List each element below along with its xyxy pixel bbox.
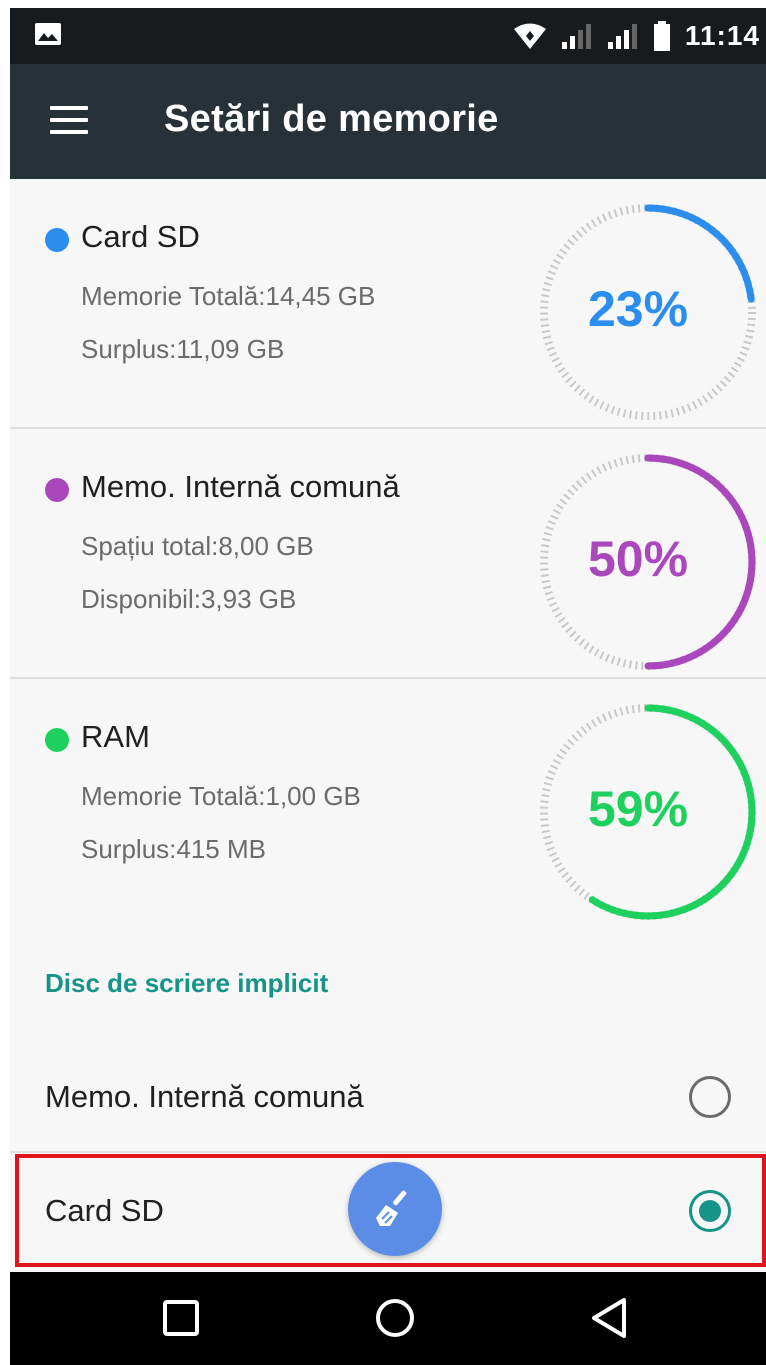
storage-total: Memorie Totală:1,00 GB [81, 781, 361, 811]
broom-icon [376, 1190, 407, 1226]
color-dot [45, 228, 69, 252]
recent-apps-icon[interactable] [153, 1292, 209, 1344]
option-label: Memo. Internă comună [45, 1079, 364, 1114]
menu-icon[interactable] [50, 106, 88, 136]
storage-free: Disponibil:3,93 GB [81, 584, 297, 614]
status-bar: 11:14 [10, 8, 766, 64]
page-title: Setări de memorie [164, 98, 499, 140]
color-dot [45, 478, 69, 502]
back-icon[interactable] [582, 1292, 638, 1344]
usage-percent: 59% [587, 781, 689, 837]
storage-card-internal[interactable]: Memo. Internă comună Spațiu total:8,00 G… [10, 429, 766, 679]
usage-percent: 23% [587, 281, 689, 337]
battery-icon [653, 21, 670, 51]
storage-total: Memorie Totală:14,45 GB [81, 281, 376, 311]
app-bar: Setări de memorie [10, 64, 766, 179]
signal-icon [561, 24, 591, 49]
divider [10, 1151, 766, 1153]
clean-fab-button[interactable] [348, 1162, 442, 1256]
usage-percent: 50% [587, 531, 689, 587]
storage-name: RAM [81, 719, 150, 754]
home-icon[interactable] [367, 1292, 423, 1344]
color-dot [45, 728, 69, 752]
storage-name: Memo. Internă comună [81, 469, 400, 504]
section-header-default-disk: Disc de scriere implicit [45, 968, 329, 998]
signal-icon [607, 24, 637, 49]
storage-total: Spațiu total:8,00 GB [81, 531, 314, 561]
image-notification-icon [35, 23, 61, 45]
navigation-bar [10, 1272, 766, 1365]
status-icons: 11:14 [513, 16, 760, 56]
wifi-icon [513, 23, 546, 49]
option-internal-storage[interactable]: Memo. Internă comună [10, 1041, 766, 1153]
radio-button[interactable] [689, 1076, 731, 1118]
storage-name: Card SD [81, 219, 200, 254]
storage-card-sd[interactable]: Card SD Memorie Totală:14,45 GB Surplus:… [10, 179, 766, 429]
storage-free: Surplus:11,09 GB [81, 334, 285, 364]
clock: 11:14 [684, 20, 760, 51]
storage-free: Surplus:415 MB [81, 834, 266, 864]
storage-card-ram[interactable]: RAM Memorie Totală:1,00 GB Surplus:415 M… [10, 679, 766, 929]
content-area: Card SD Memorie Totală:14,45 GB Surplus:… [10, 179, 766, 1272]
